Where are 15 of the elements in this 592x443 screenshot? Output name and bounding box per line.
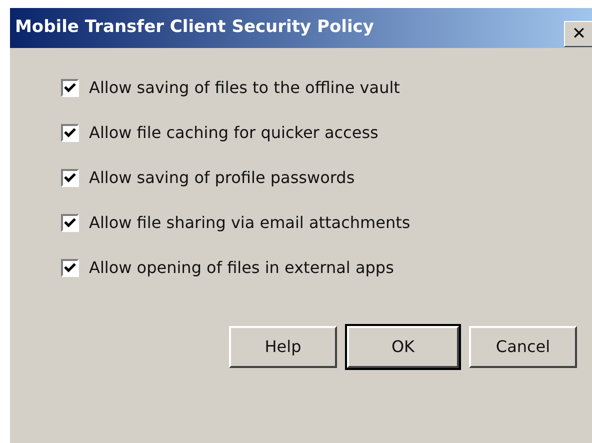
- checkbox-label[interactable]: Allow file sharing via email attachments: [89, 211, 410, 235]
- window-title: Mobile Transfer Client Security Policy: [15, 16, 374, 40]
- dialog-button[interactable]: Help: [229, 326, 337, 368]
- dialog-button[interactable]: Cancel: [469, 326, 577, 368]
- checkbox-label[interactable]: Allow file caching for quicker access: [89, 121, 378, 145]
- dialog-button[interactable]: OK: [347, 326, 459, 368]
- checkbox-label[interactable]: Allow saving of files to the offline vault: [89, 76, 400, 100]
- checkbox[interactable]: [61, 214, 79, 232]
- checkbox[interactable]: [61, 169, 79, 187]
- checkbox[interactable]: [61, 259, 79, 277]
- checkbox[interactable]: [61, 79, 79, 97]
- close-button[interactable]: ✕: [564, 21, 592, 47]
- checkbox-label[interactable]: Allow opening of files in external apps: [89, 256, 394, 280]
- checkbox[interactable]: [61, 124, 79, 142]
- checkbox-label[interactable]: Allow saving of profile passwords: [89, 166, 355, 190]
